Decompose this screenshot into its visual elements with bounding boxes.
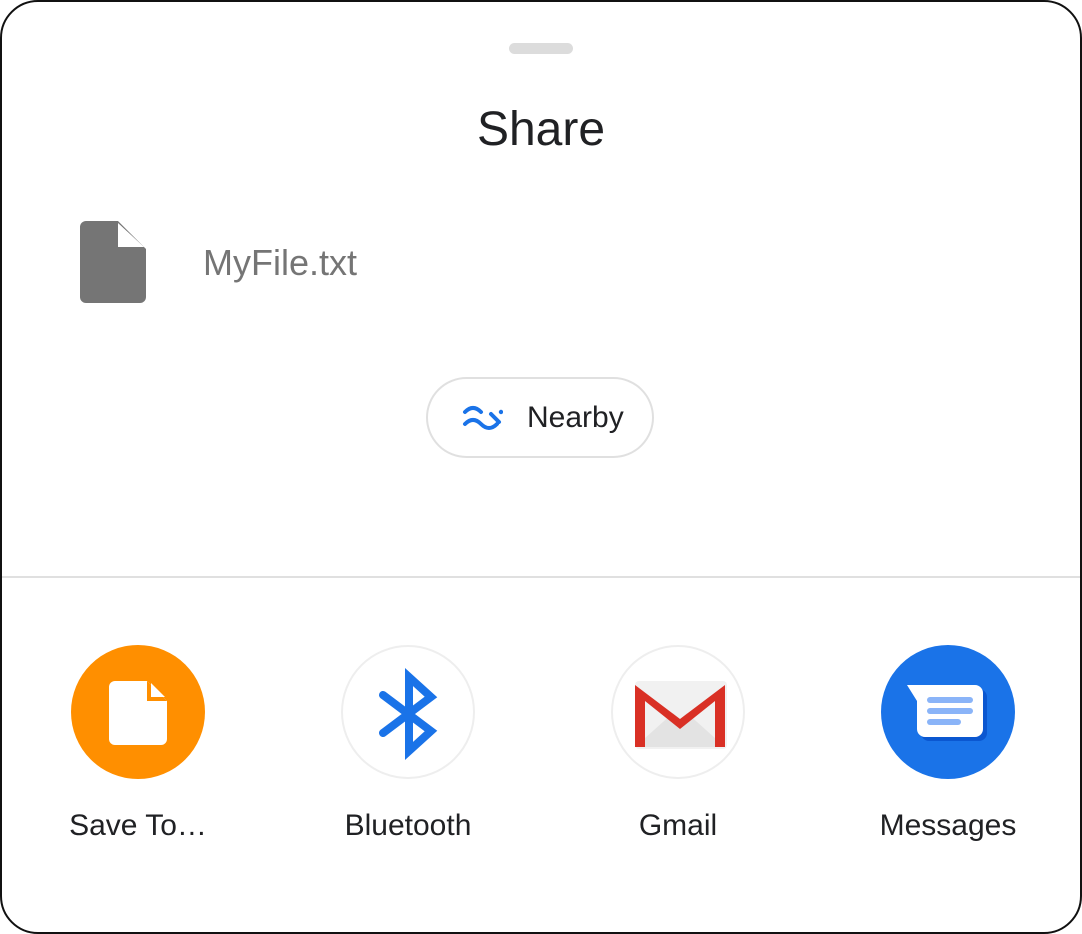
share-sheet: Share MyFile.txt Nearby Save To… Bluetoo…: [0, 0, 1082, 934]
save-to-file-icon: [109, 681, 167, 745]
section-divider: [2, 576, 1080, 578]
file-name: MyFile.txt: [203, 242, 358, 283]
file-icon: [80, 221, 146, 303]
app-gmail[interactable]: Gmail: [578, 645, 778, 855]
app-bluetooth[interactable]: Bluetooth: [308, 645, 508, 855]
app-label: Gmail: [638, 809, 718, 842]
nearby-label: Nearby: [527, 401, 624, 434]
nearby-share-button[interactable]: Nearby: [426, 377, 654, 458]
bluetooth-app-icon: [341, 645, 475, 779]
bluetooth-icon: [379, 667, 438, 761]
sheet-title: Share: [476, 103, 606, 156]
app-label: Messages: [879, 809, 1017, 842]
app-label: Bluetooth: [344, 809, 472, 842]
drag-handle[interactable]: [509, 43, 573, 54]
save-to-app-icon: [71, 645, 205, 779]
gmail-icon: [635, 681, 727, 749]
gmail-app-icon: [611, 645, 745, 779]
messages-icon: [907, 685, 987, 741]
app-messages[interactable]: Messages: [848, 645, 1048, 855]
messages-app-icon: [881, 645, 1015, 779]
app-label: Save To…: [69, 809, 207, 842]
nearby-share-icon: [463, 406, 503, 430]
app-save-to[interactable]: Save To…: [38, 645, 238, 855]
